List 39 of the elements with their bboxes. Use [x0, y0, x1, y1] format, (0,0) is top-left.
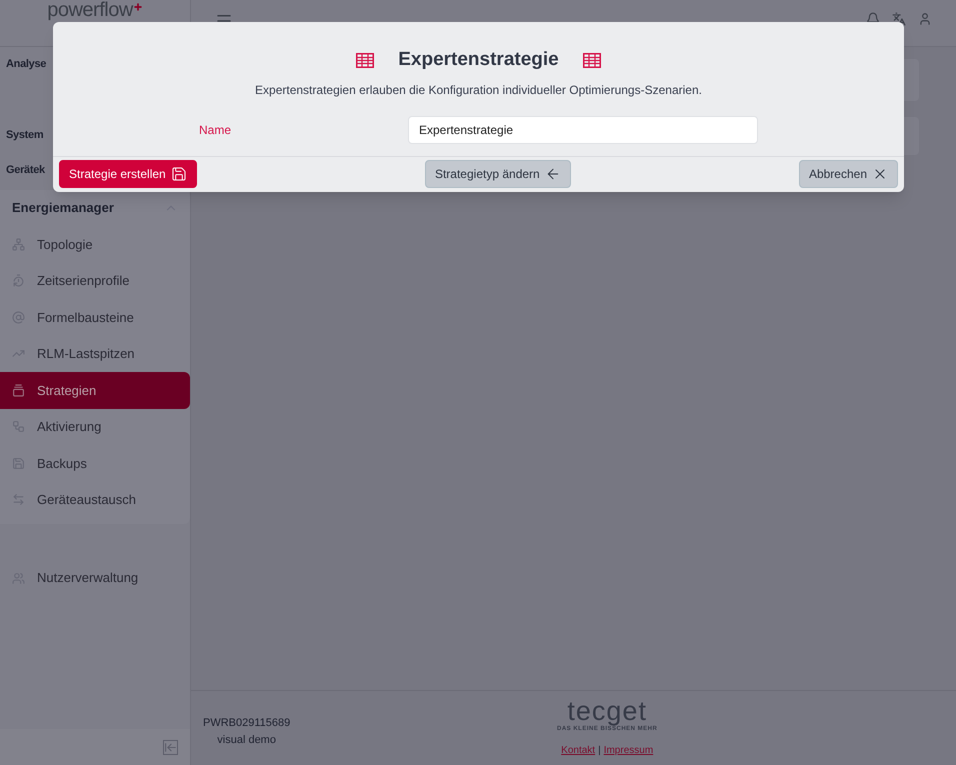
brand-logo: tecget: [567, 697, 647, 725]
timer-icon: [12, 274, 25, 288]
mode-label: visual demo: [217, 732, 276, 748]
sidebar-item[interactable]: Nutzerverwaltung: [0, 560, 190, 596]
dialog-subtitle: Expertenstrategien erlauben die Konfiguration individueller Optimierungs-Szenarien.: [255, 82, 702, 98]
sidebar-item[interactable]: RLM-Lastspitzen: [0, 336, 190, 372]
dialog-title: Expertenstrategie: [398, 48, 559, 72]
group-title[interactable]: Energiemanager: [12, 198, 114, 218]
sidebar-section[interactable]: Gerätek: [6, 162, 45, 179]
plus-icon: [132, 2, 143, 12]
user-icon[interactable]: [918, 12, 932, 26]
name-input[interactable]: Expertenstrategie: [408, 116, 758, 144]
network-icon: [12, 238, 25, 251]
serial-number: PWRB029115689: [203, 716, 290, 731]
stack-icon: [12, 384, 25, 397]
sidebar-item[interactable]: Strategien: [0, 372, 190, 408]
table-icon: [356, 52, 374, 68]
sidebar-item[interactable]: Formelbausteine: [0, 299, 190, 336]
at-sign-icon: [12, 310, 25, 324]
sidebar-section[interactable]: Analyse: [6, 56, 46, 73]
create-button[interactable]: Strategie erstellen: [59, 160, 197, 188]
cancel-button[interactable]: Abbrechen: [798, 160, 898, 188]
link-separator: |: [598, 744, 601, 758]
sidebar-item[interactable]: Geräteaustausch: [0, 482, 190, 518]
sidebar-section[interactable]: System: [6, 127, 44, 144]
contact-link[interactable]: Kontakt: [561, 743, 596, 758]
field-label: Name: [199, 122, 232, 138]
imprint-link[interactable]: Impressum: [604, 743, 654, 758]
table-icon: [582, 52, 601, 68]
sidebar-item[interactable]: Backups: [0, 445, 190, 482]
sidebar-item[interactable]: Zeitserienprofile: [0, 262, 190, 299]
swap-arrows-icon: [12, 493, 25, 506]
change-type-button[interactable]: Strategietyp ändern: [424, 160, 571, 188]
translate-icon[interactable]: [892, 12, 906, 26]
users-icon: [12, 572, 25, 584]
hierarchy-icon: [12, 420, 25, 434]
sidebar-item[interactable]: Aktivierung: [0, 408, 190, 445]
app-logo: powerflow: [47, 0, 133, 21]
sidebar-item[interactable]: Topologie: [0, 226, 190, 262]
